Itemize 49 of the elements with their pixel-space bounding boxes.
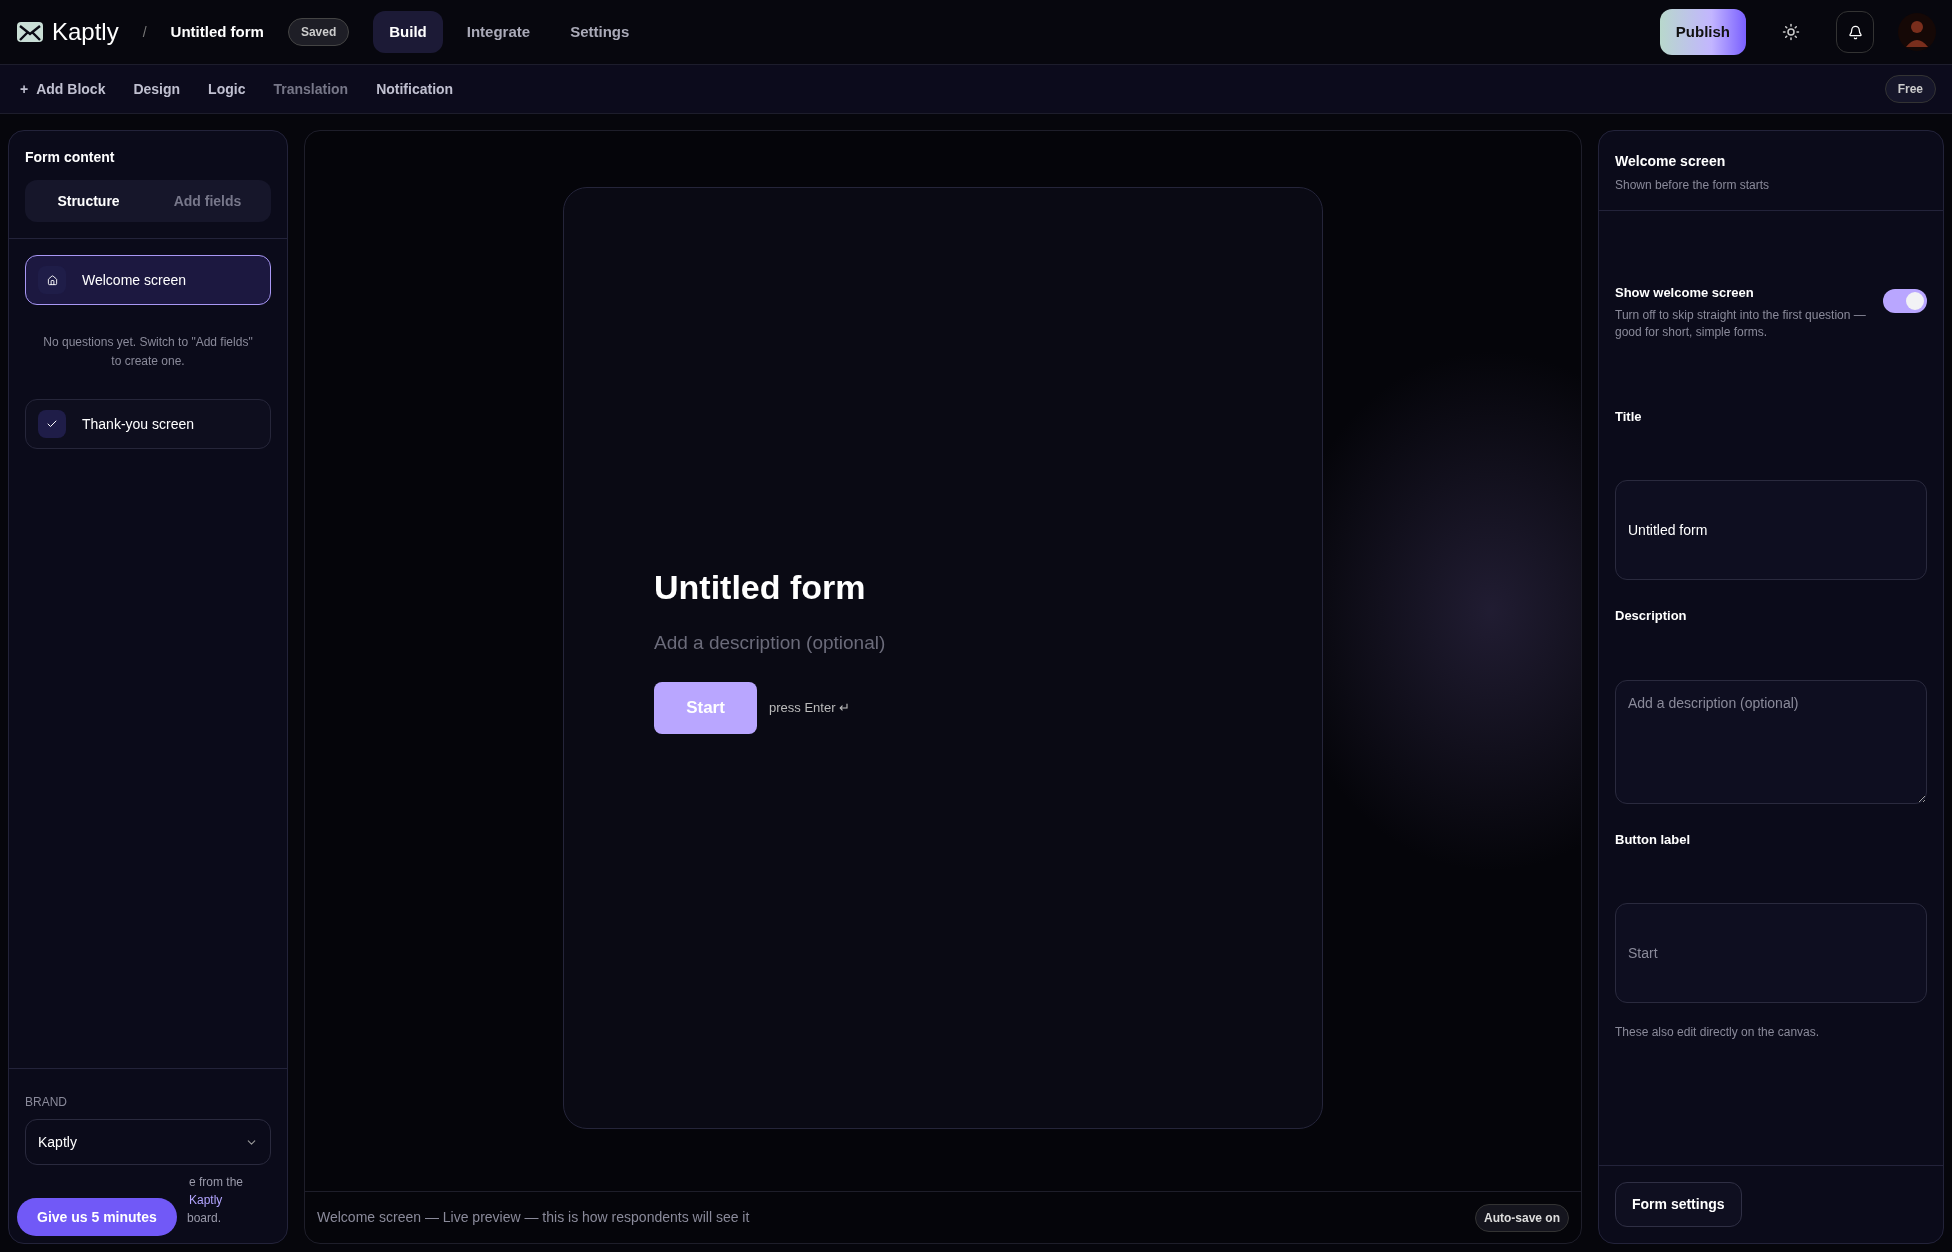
preview-title: Untitled form — [654, 567, 867, 609]
text-field[interactable]: Start — [1615, 903, 1927, 1003]
field-label: Description — [1615, 607, 1688, 625]
nav-tab[interactable]: Settings — [554, 11, 646, 53]
nav-tab[interactable]: Build — [373, 11, 443, 53]
toggle-description: Turn off to skip straight into the first question — good for short, simple forms. — [1615, 306, 1867, 341]
breadcrumb-separator: / — [142, 23, 147, 42]
publish-button[interactable]: Publish — [1659, 9, 1746, 55]
brand-help-text: e from the — [189, 1175, 244, 1189]
field-label: Button label — [1615, 830, 1692, 849]
plan-badge: Free — [1884, 75, 1936, 103]
theme-icon[interactable] — [1782, 23, 1800, 41]
brand-label: BRAND — [25, 1094, 68, 1111]
sidebar-item[interactable]: Welcome screen — [25, 255, 271, 305]
notifications-button[interactable] — [1836, 11, 1874, 53]
check-icon — [46, 418, 58, 430]
app-name: Kaptly — [52, 17, 119, 47]
logo-icon — [16, 20, 44, 44]
brand-link[interactable]: Kaptly — [189, 1193, 223, 1207]
form-settings-button[interactable]: Form settings — [1615, 1182, 1742, 1227]
toolbar-item[interactable]: + Add Block — [20, 78, 106, 100]
text-field[interactable]: Untitled form — [1615, 480, 1927, 580]
form-title: Untitled form — [170, 21, 264, 42]
inspector-subtitle: Shown before the form starts — [1615, 177, 1771, 194]
preview-footer: Welcome screen — Live preview — this is how respondents will see it — [317, 1207, 750, 1228]
home-icon — [46, 274, 58, 286]
panel-title: Form content — [25, 148, 116, 167]
inspector-note: These also edit directly on the canvas. — [1615, 1024, 1821, 1041]
inspector-title: Welcome screen — [1615, 152, 1727, 171]
feedback-button[interactable]: Give us 5 minutes — [17, 1198, 177, 1236]
toggle-label: Show welcome screen — [1615, 284, 1755, 302]
toggle-switch[interactable] — [1883, 289, 1927, 313]
sidebar-tab[interactable]: Structure — [29, 184, 148, 218]
toolbar-item[interactable]: Logic — [208, 78, 246, 100]
sidebar-tab[interactable]: Add fields — [148, 184, 267, 218]
toolbar-item[interactable]: Design — [133, 78, 181, 100]
empty-note: No questions yet. Switch to "Add fields" to create one. — [42, 334, 254, 370]
description-field[interactable]: Add a description (optional) — [1615, 679, 1927, 804]
preview-description: Add a description (optional) — [654, 631, 887, 656]
enter-hint: press Enter ↵ — [769, 699, 851, 717]
bell-icon — [1847, 24, 1863, 40]
nav-tab[interactable]: Integrate — [450, 11, 547, 53]
sidebar-item[interactable]: Thank-you screen — [25, 399, 271, 449]
save-status: Saved — [287, 18, 350, 46]
brand-help-text: board. — [187, 1210, 223, 1227]
field-label: Title — [1615, 407, 1643, 426]
toolbar-item[interactable]: Notification — [376, 78, 454, 100]
brand-select[interactable]: Kaptly — [25, 1119, 271, 1165]
autosave-badge: Auto-save on — [1475, 1203, 1569, 1232]
